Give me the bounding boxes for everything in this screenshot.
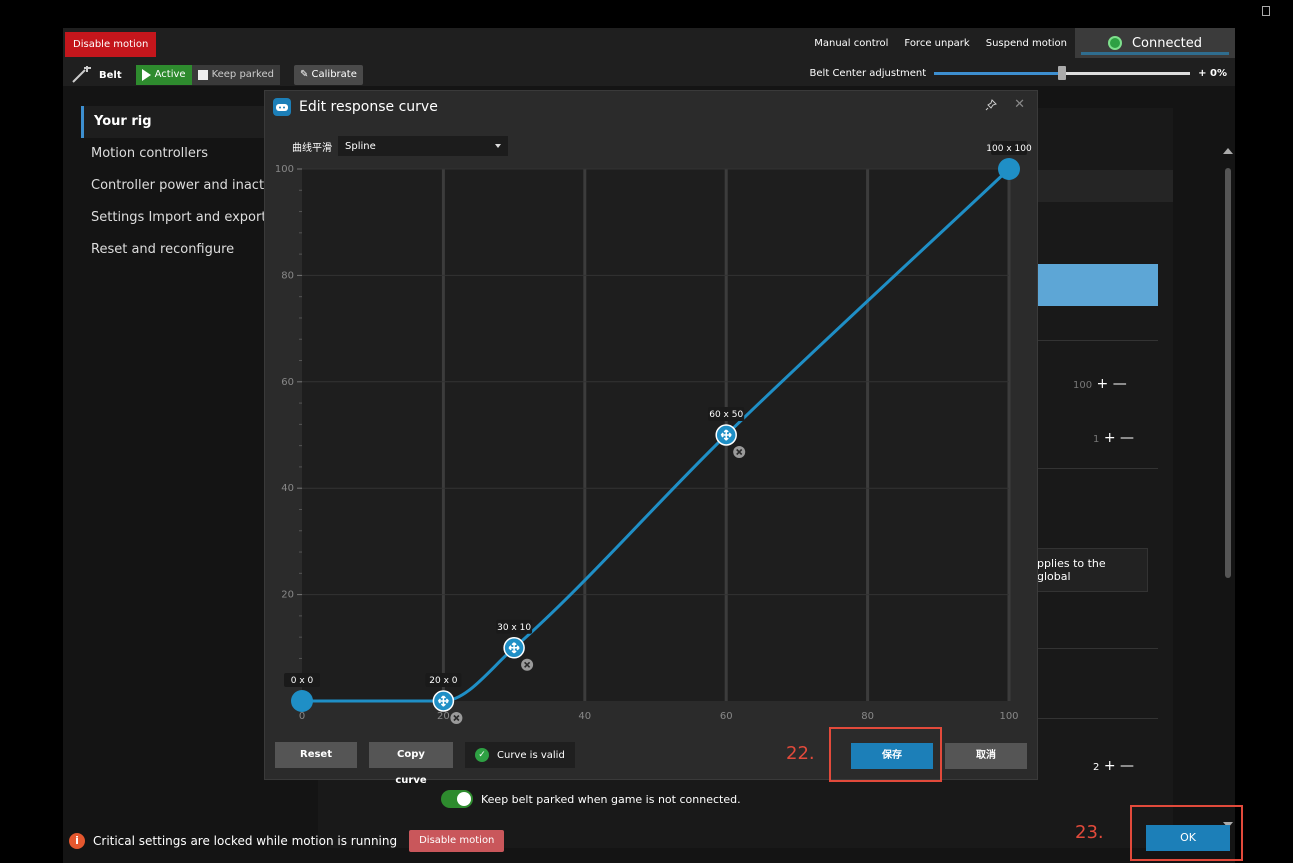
calibrate-button[interactable]: ✎ Calibrate [293,65,363,85]
sidebar-item-reset-reconfigure[interactable]: Reset and reconfigure [81,234,281,266]
top-bar: Disable motion Manual control Force unpa… [63,28,1235,86]
background-field [1018,170,1173,202]
stop-icon [197,70,208,80]
x-tick-label: 40 [578,711,591,722]
edit-response-curve-dialog: Edit response curve ✕ 曲线平滑 Spline 0 20 40 6… [264,90,1039,786]
annotation-box-22 [829,727,942,782]
keep-belt-parked-row: Keep belt parked when game is not connec… [441,790,741,808]
x-tick-label: 20 [437,711,450,722]
curve-endpoint[interactable] [291,690,313,712]
keep-parked-button[interactable]: Keep parked [191,65,280,85]
y-tick-label: 100 [275,164,294,175]
stepper-3-value: 2 [1093,762,1100,773]
sidebar-item-your-rig[interactable]: Your rig [81,106,281,138]
annotation-label-22: 22. [786,743,815,764]
point-label: 0 x 0 [291,676,314,686]
footer-bar: i Critical settings are locked while mot… [63,818,1235,863]
curve-endpoint[interactable] [998,158,1020,180]
suspend-motion-button[interactable]: Suspend motion [978,38,1075,49]
y-tick-label: 80 [281,270,294,281]
keep-belt-parked-label: Keep belt parked when game is not connec… [481,792,741,806]
footer-disable-motion-button[interactable]: Disable motion [409,829,505,852]
wand-icon: ✎ [299,69,312,80]
play-icon [141,69,151,81]
x-tick-label: 60 [720,711,733,722]
divider [1018,718,1158,719]
divider [1018,340,1158,341]
belt-mode-toggle: Active Keep parked [135,65,280,85]
belt-center-adjustment: Belt Center adjustment + 0% [810,66,1227,80]
disable-motion-button[interactable]: Disable motion [65,32,157,57]
y-tick-label: 60 [281,377,294,388]
scrollbar-thumb[interactable] [1225,168,1231,578]
keep-belt-parked-toggle[interactable] [441,790,473,808]
point-label: 100 x 100 [986,144,1032,154]
calibrate-label: Calibrate [311,69,357,80]
background-blue-button [1018,264,1158,306]
belt-label: Belt [99,69,122,81]
curve-valid-status: ✓ Curve is valid [465,742,575,768]
plot-area [302,169,1009,701]
stepper-1-value: 100 [1073,380,1093,391]
keep-parked-label: Keep parked [211,69,274,80]
sidebar-item-settings-import-export[interactable]: Settings Import and export [81,202,281,234]
stepper-2[interactable]: 1 + — [1093,430,1134,446]
y-tick-label: 20 [281,590,294,601]
sidebar: Your rig Motion controllers Controller p… [81,106,281,266]
top-menu: Manual control Force unpark Suspend moti… [806,28,1235,58]
belt-center-value: + 0% [1198,67,1227,79]
belt-icon [71,66,95,84]
sidebar-item-motion-controllers[interactable]: Motion controllers [81,138,281,170]
y-tick-label: 40 [281,483,294,494]
stepper-1[interactable]: 100 + — [1073,376,1127,392]
active-label: Active [154,69,186,80]
check-icon: ✓ [475,748,489,762]
slider-fill [934,72,1063,75]
copy-curve-button[interactable]: Copy curve [369,742,453,786]
info-icon: i [69,832,85,849]
cancel-button[interactable]: 取消 [945,743,1027,769]
annotation-box-23 [1130,805,1243,861]
scroll-up-icon[interactable] [1223,148,1233,154]
tooltip: pplies to the global [1028,548,1148,592]
x-tick-label: 80 [861,711,874,722]
belt-row: Belt Active Keep parked ✎ Calibrate [63,64,363,86]
status-dot-icon [1107,36,1122,50]
active-button[interactable]: Active [135,65,192,85]
reset-button[interactable]: Reset [275,742,357,768]
annotation-label-23: 23. [1075,822,1104,843]
stepper-3[interactable]: 2 + — [1093,758,1134,774]
connection-status-label: Connected [1131,35,1202,51]
divider [1018,648,1158,649]
dialog-footer: Reset Copy curve ✓ Curve is valid [275,742,575,786]
manual-control-button[interactable]: Manual control [806,38,896,49]
curve-valid-label: Curve is valid [497,749,565,761]
divider [1018,468,1158,469]
response-curve-chart[interactable]: 0 20 40 60 80 100 20 40 60 80 100 0 x 0 20 x 0 30 x 1… [265,91,1039,731]
force-unpark-button[interactable]: Force unpark [896,38,977,49]
belt-center-slider[interactable] [934,66,1191,80]
connection-status[interactable]: Connected [1075,28,1235,58]
point-label: 30 x 10 [497,623,531,633]
sidebar-item-controller-power[interactable]: Controller power and inactivit [81,170,281,202]
status-underline [1081,52,1229,55]
point-label: 60 x 50 [709,410,743,420]
locked-warning: Critical settings are locked while motio… [93,833,398,848]
x-tick-label: 100 [999,711,1018,722]
scrollbar[interactable] [1223,148,1233,828]
window-restore-icon[interactable] [1262,6,1270,16]
x-tick-label: 0 [299,711,305,722]
belt-center-label: Belt Center adjustment [809,67,927,79]
point-label: 20 x 0 [429,676,458,686]
slider-thumb[interactable] [1058,66,1067,80]
stepper-2-value: 1 [1093,434,1100,445]
